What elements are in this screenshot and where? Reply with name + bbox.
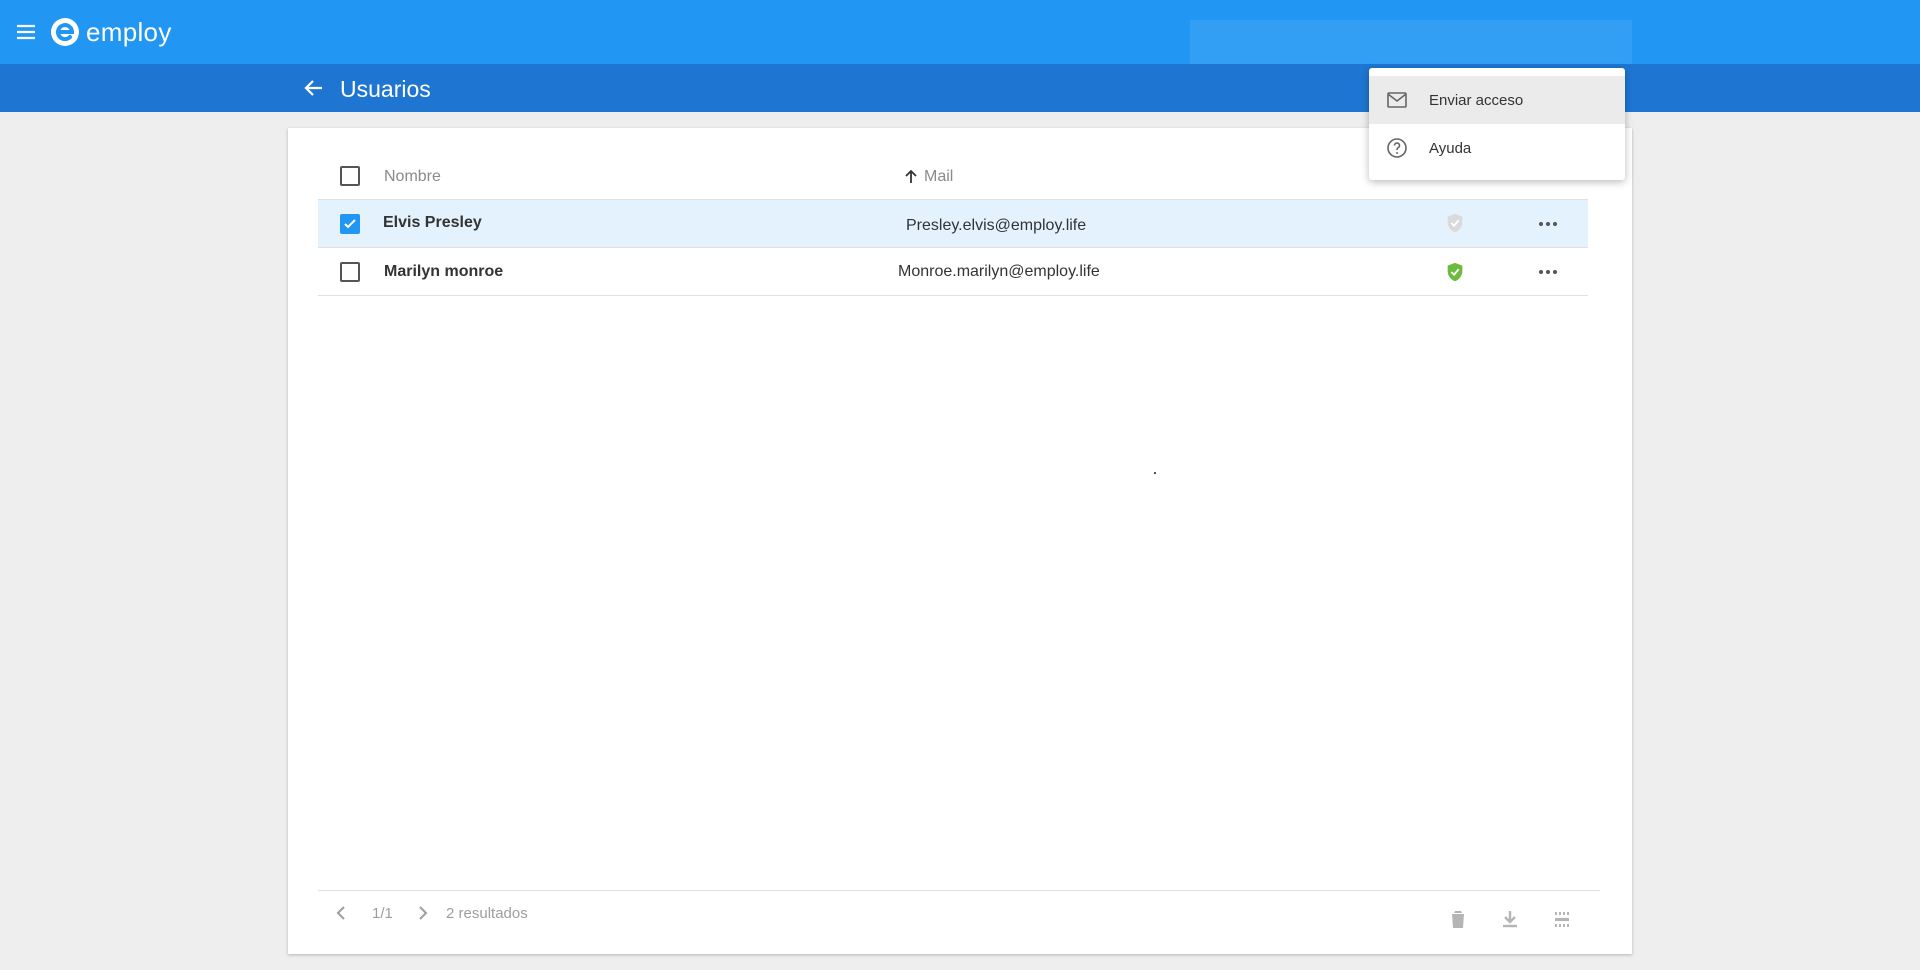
row-checkbox[interactable] <box>340 262 360 282</box>
delete-icon[interactable] <box>1446 907 1470 931</box>
access-shield-icon <box>1444 212 1466 234</box>
page-indicator: 1/1 <box>372 905 393 922</box>
column-header-name[interactable]: Nombre <box>384 168 441 186</box>
employ-logo-icon <box>51 18 79 46</box>
help-circle-icon <box>1385 136 1409 160</box>
column-header-mail-label: Mail <box>924 168 954 185</box>
menu-item-send-access[interactable]: Enviar acceso <box>1369 76 1625 124</box>
mail-icon <box>1385 88 1409 112</box>
user-name[interactable]: Marilyn monroe <box>384 263 503 281</box>
table-row[interactable]: Marilyn monroe Monroe.marilyn@employ.lif… <box>318 248 1588 296</box>
menu-item-label: Ayuda <box>1429 139 1472 157</box>
access-shield-icon <box>1444 261 1466 283</box>
menu-item-label: Enviar acceso <box>1429 91 1524 109</box>
page-header-bar <box>0 64 1920 112</box>
download-icon[interactable] <box>1498 907 1522 931</box>
more-options-icon[interactable] <box>1536 260 1560 284</box>
context-menu-popup: Enviar acceso Ayuda <box>1369 68 1625 180</box>
menu-item-help[interactable]: Ayuda <box>1369 124 1625 172</box>
row-checkbox[interactable] <box>340 214 360 234</box>
top-app-bar: employ <box>0 0 1920 112</box>
chevron-right-icon[interactable] <box>412 903 432 923</box>
results-count: 2 resultados <box>446 905 528 922</box>
user-mail: Presley.elvis@employ.life <box>906 217 1087 234</box>
stray-dot <box>1154 472 1156 474</box>
table-row[interactable]: Elvis Presley Presley.elvis@employ.life <box>318 200 1588 248</box>
column-settings-icon[interactable] <box>1550 907 1574 931</box>
brand-name: employ <box>86 16 172 47</box>
sort-ascending-icon <box>905 170 917 183</box>
column-header-mail[interactable]: Mail <box>904 168 953 186</box>
page-title: Usuarios <box>340 76 431 102</box>
back-arrow-icon[interactable] <box>302 76 326 100</box>
chevron-left-icon[interactable] <box>332 903 352 923</box>
table-footer: 1/1 2 resultados <box>318 890 1600 950</box>
hamburger-menu-icon[interactable] <box>14 20 38 44</box>
brand-logo[interactable]: employ <box>50 14 172 50</box>
user-mail: Monroe.marilyn@employ.life <box>898 263 1100 280</box>
more-options-icon[interactable] <box>1536 212 1560 236</box>
select-all-checkbox[interactable] <box>340 166 360 186</box>
users-card: Nombre Mail Elvis Presley Presley.elvis@… <box>288 128 1632 954</box>
user-name[interactable]: Elvis Presley <box>383 214 482 232</box>
